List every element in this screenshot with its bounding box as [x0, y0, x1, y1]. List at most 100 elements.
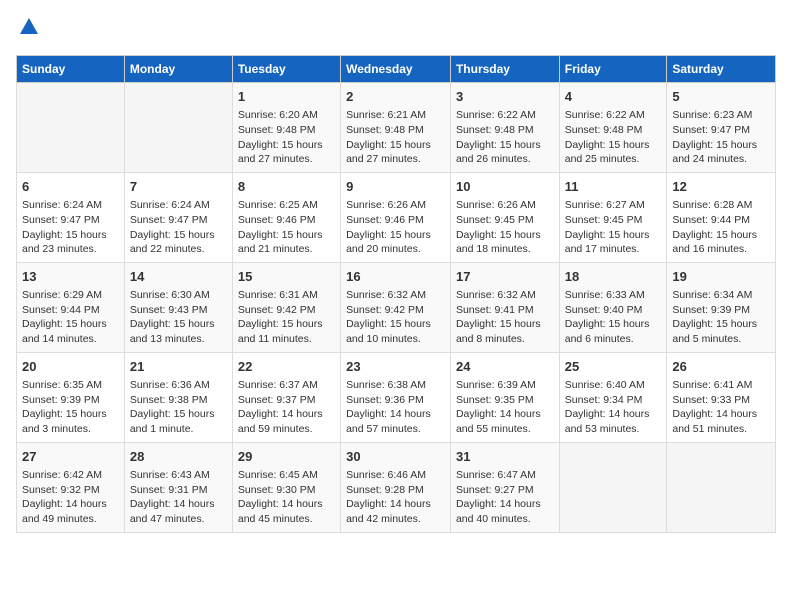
- calendar-cell: 16Sunrise: 6:32 AM Sunset: 9:42 PM Dayli…: [341, 262, 451, 352]
- day-info: Sunrise: 6:27 AM Sunset: 9:45 PM Dayligh…: [565, 198, 662, 257]
- page-header: [16, 16, 776, 43]
- day-number: 9: [346, 178, 445, 196]
- day-number: 3: [456, 88, 554, 106]
- calendar-cell: 3 Sunrise: 6:22 AM Sunset: 9:48 PM Daylig…: [450, 83, 559, 173]
- day-info: Sunrise: 6:40 AM Sunset: 9:34 PM Dayligh…: [565, 378, 662, 437]
- day-info: Sunrise: 6:26 AM Sunset: 9:45 PM Dayligh…: [456, 198, 554, 257]
- day-info: Sunrise: 6:39 AM Sunset: 9:35 PM Dayligh…: [456, 378, 554, 437]
- weekday-header-sunday: Sunday: [17, 56, 125, 83]
- calendar-cell: 29 Sunrise: 6:45 AM Sunset: 9:30 PM Dayli…: [232, 442, 340, 532]
- day-info: Sunrise: 6:23 AM Sunset: 9:47 PM Dayligh…: [672, 108, 770, 167]
- day-number: 19: [672, 268, 770, 286]
- calendar-cell: 26 Sunrise: 6:41 AM Sunset: 9:33 PM Dayli…: [667, 352, 776, 442]
- day-info: Sunrise: 6:32 AM Sunset: 9:41 PM Dayligh…: [456, 288, 554, 347]
- day-number: 8: [238, 178, 335, 196]
- day-number: 12: [672, 178, 770, 196]
- day-info: Sunrise: 6:22 AM Sunset: 9:48 PM Dayligh…: [456, 108, 554, 167]
- calendar-cell: 22 Sunrise: 6:37 AM Sunset: 9:37 PM Dayli…: [232, 352, 340, 442]
- calendar-table: SundayMondayTuesdayWednesdayThursdayFrid…: [16, 55, 776, 533]
- weekday-header-wednesday: Wednesday: [341, 56, 451, 83]
- day-info: Sunrise: 6:24 AM Sunset: 9:47 PM Dayligh…: [130, 198, 227, 257]
- calendar-cell: 11 Sunrise: 6:27 AM Sunset: 9:45 PM Dayli…: [559, 172, 667, 262]
- day-info: Sunrise: 6:22 AM Sunset: 9:48 PM Dayligh…: [565, 108, 662, 167]
- calendar-cell: 20 Sunrise: 6:35 AM Sunset: 9:39 PM Dayli…: [17, 352, 125, 442]
- calendar-cell: 19 Sunrise: 6:34 AM Sunset: 9:39 PM Dayli…: [667, 262, 776, 352]
- calendar-cell: [17, 83, 125, 173]
- weekday-header-friday: Friday: [559, 56, 667, 83]
- calendar-cell: 28 Sunrise: 6:43 AM Sunset: 9:31 PM Dayli…: [124, 442, 232, 532]
- calendar-cell: 7 Sunrise: 6:24 AM Sunset: 9:47 PM Daylig…: [124, 172, 232, 262]
- calendar-cell: [667, 442, 776, 532]
- day-number: 24: [456, 358, 554, 376]
- day-info: Sunrise: 6:36 AM Sunset: 9:38 PM Dayligh…: [130, 378, 227, 437]
- calendar-cell: 27 Sunrise: 6:42 AM Sunset: 9:32 PM Dayli…: [17, 442, 125, 532]
- calendar-cell: 17 Sunrise: 6:32 AM Sunset: 9:41 PM Dayli…: [450, 262, 559, 352]
- day-number: 7: [130, 178, 227, 196]
- calendar-cell: [559, 442, 667, 532]
- day-info: Sunrise: 6:42 AM Sunset: 9:32 PM Dayligh…: [22, 468, 119, 527]
- day-info: Sunrise: 6:37 AM Sunset: 9:37 PM Dayligh…: [238, 378, 335, 437]
- day-number: 6: [22, 178, 119, 196]
- calendar-cell: 13 Sunrise: 6:29 AM Sunset: 9:44 PM Dayli…: [17, 262, 125, 352]
- day-number: 28: [130, 448, 227, 466]
- day-info: Sunrise: 6:20 AM Sunset: 9:48 PM Dayligh…: [238, 108, 335, 167]
- weekday-header-thursday: Thursday: [450, 56, 559, 83]
- day-number: 29: [238, 448, 335, 466]
- day-number: 15: [238, 268, 335, 286]
- day-number: 27: [22, 448, 119, 466]
- day-info: Sunrise: 6:41 AM Sunset: 9:33 PM Dayligh…: [672, 378, 770, 437]
- day-number: 22: [238, 358, 335, 376]
- calendar-cell: [124, 83, 232, 173]
- day-number: 18: [565, 268, 662, 286]
- calendar-cell: 30Sunrise: 6:46 AM Sunset: 9:28 PM Dayli…: [341, 442, 451, 532]
- day-number: 2: [346, 88, 445, 106]
- day-number: 20: [22, 358, 119, 376]
- day-number: 5: [672, 88, 770, 106]
- calendar-cell: 10 Sunrise: 6:26 AM Sunset: 9:45 PM Dayli…: [450, 172, 559, 262]
- calendar-cell: 24 Sunrise: 6:39 AM Sunset: 9:35 PM Dayli…: [450, 352, 559, 442]
- day-info: Sunrise: 6:21 AM Sunset: 9:48 PM Dayligh…: [346, 108, 445, 167]
- calendar-cell: 15 Sunrise: 6:31 AM Sunset: 9:42 PM Dayli…: [232, 262, 340, 352]
- weekday-header-monday: Monday: [124, 56, 232, 83]
- day-number: 11: [565, 178, 662, 196]
- weekday-header-tuesday: Tuesday: [232, 56, 340, 83]
- day-info: Sunrise: 6:38 AM Sunset: 9:36 PM Dayligh…: [346, 378, 445, 437]
- calendar-cell: 9Sunrise: 6:26 AM Sunset: 9:46 PM Daylig…: [341, 172, 451, 262]
- day-info: Sunrise: 6:31 AM Sunset: 9:42 PM Dayligh…: [238, 288, 335, 347]
- calendar-cell: 12 Sunrise: 6:28 AM Sunset: 9:44 PM Dayli…: [667, 172, 776, 262]
- calendar-cell: 31 Sunrise: 6:47 AM Sunset: 9:27 PM Dayli…: [450, 442, 559, 532]
- day-info: Sunrise: 6:47 AM Sunset: 9:27 PM Dayligh…: [456, 468, 554, 527]
- calendar-cell: 4 Sunrise: 6:22 AM Sunset: 9:48 PM Daylig…: [559, 83, 667, 173]
- day-info: Sunrise: 6:46 AM Sunset: 9:28 PM Dayligh…: [346, 468, 445, 527]
- day-info: Sunrise: 6:45 AM Sunset: 9:30 PM Dayligh…: [238, 468, 335, 527]
- calendar-cell: 14 Sunrise: 6:30 AM Sunset: 9:43 PM Dayli…: [124, 262, 232, 352]
- calendar-cell: 23 Sunrise: 6:38 AM Sunset: 9:36 PM Dayli…: [341, 352, 451, 442]
- day-info: Sunrise: 6:32 AM Sunset: 9:42 PM Dayligh…: [346, 288, 445, 347]
- day-info: Sunrise: 6:34 AM Sunset: 9:39 PM Dayligh…: [672, 288, 770, 347]
- day-info: Sunrise: 6:30 AM Sunset: 9:43 PM Dayligh…: [130, 288, 227, 347]
- day-number: 25: [565, 358, 662, 376]
- weekday-header-saturday: Saturday: [667, 56, 776, 83]
- calendar-cell: 1Sunrise: 6:20 AM Sunset: 9:48 PM Daylig…: [232, 83, 340, 173]
- calendar-cell: 8 Sunrise: 6:25 AM Sunset: 9:46 PM Daylig…: [232, 172, 340, 262]
- day-number: 13: [22, 268, 119, 286]
- day-number: 17: [456, 268, 554, 286]
- day-info: Sunrise: 6:29 AM Sunset: 9:44 PM Dayligh…: [22, 288, 119, 347]
- calendar-cell: 25 Sunrise: 6:40 AM Sunset: 9:34 PM Dayli…: [559, 352, 667, 442]
- day-info: Sunrise: 6:35 AM Sunset: 9:39 PM Dayligh…: [22, 378, 119, 437]
- day-number: 31: [456, 448, 554, 466]
- day-number: 4: [565, 88, 662, 106]
- calendar-cell: 18Sunrise: 6:33 AM Sunset: 9:40 PM Dayli…: [559, 262, 667, 352]
- day-info: Sunrise: 6:24 AM Sunset: 9:47 PM Dayligh…: [22, 198, 119, 257]
- day-info: Sunrise: 6:25 AM Sunset: 9:46 PM Dayligh…: [238, 198, 335, 257]
- day-info: Sunrise: 6:43 AM Sunset: 9:31 PM Dayligh…: [130, 468, 227, 527]
- calendar-cell: 5 Sunrise: 6:23 AM Sunset: 9:47 PM Daylig…: [667, 83, 776, 173]
- day-info: Sunrise: 6:28 AM Sunset: 9:44 PM Dayligh…: [672, 198, 770, 257]
- day-number: 10: [456, 178, 554, 196]
- logo-icon: [18, 16, 40, 38]
- calendar-cell: 2 Sunrise: 6:21 AM Sunset: 9:48 PM Daylig…: [341, 83, 451, 173]
- day-number: 23: [346, 358, 445, 376]
- calendar-cell: 21Sunrise: 6:36 AM Sunset: 9:38 PM Dayli…: [124, 352, 232, 442]
- day-number: 26: [672, 358, 770, 376]
- day-number: 14: [130, 268, 227, 286]
